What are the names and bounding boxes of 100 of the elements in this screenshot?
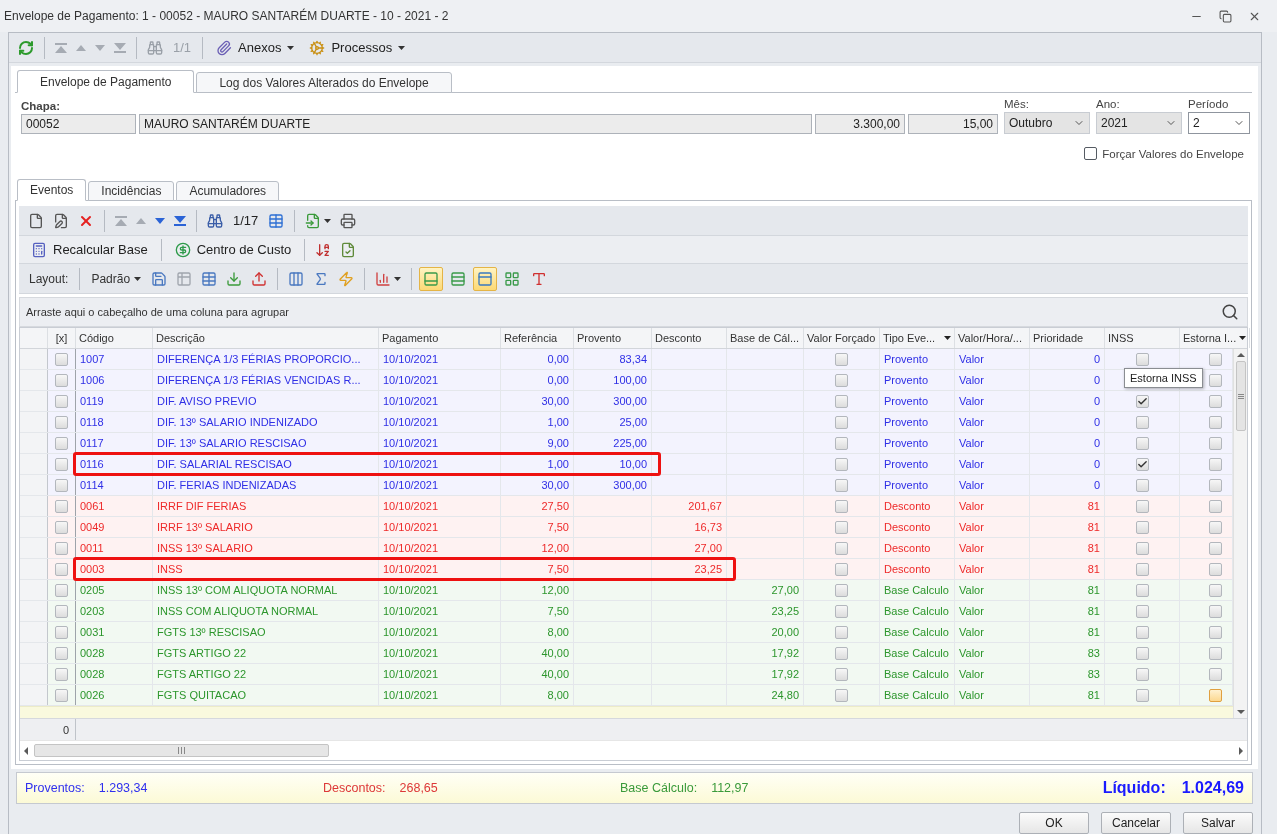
sort-az-icon[interactable] xyxy=(315,241,332,258)
caret-icon[interactable] xyxy=(287,45,295,50)
checkbox[interactable] xyxy=(1208,499,1222,513)
table-row[interactable]: 0028 FGTS ARTIGO 22 10/10/2021 40,00 17,92 Base Calculo Valor 83 xyxy=(20,643,1233,664)
checkbox[interactable] xyxy=(835,394,848,408)
calculator-icon[interactable] xyxy=(31,241,47,258)
tab[interactable]: Log dos Valores Alterados do Envelope xyxy=(196,72,452,93)
checkbox[interactable] xyxy=(55,457,68,471)
download-icon[interactable] xyxy=(226,270,243,287)
column-header[interactable]: Referência xyxy=(501,328,574,348)
checkbox[interactable] xyxy=(55,499,68,513)
search-icon[interactable] xyxy=(1221,303,1239,321)
row-indicator[interactable] xyxy=(20,538,48,558)
menu-button[interactable]: Anexos xyxy=(210,36,301,59)
column-header[interactable]: Valor Forçado xyxy=(804,328,880,348)
checkbox[interactable] xyxy=(835,457,848,471)
checkbox[interactable] xyxy=(1135,520,1149,534)
checkbox[interactable] xyxy=(1084,147,1098,160)
table-row[interactable]: 0049 IRRF 13º SALARIO 10/10/2021 7,50 16,73 Desconto Valor 81 xyxy=(20,517,1233,538)
dollar-icon[interactable] xyxy=(174,241,191,258)
down-triangle-icon[interactable] xyxy=(155,217,165,224)
column-header[interactable]: INSS xyxy=(1105,328,1180,348)
scroll-up-arrow-icon[interactable] xyxy=(1236,353,1245,357)
checkbox[interactable] xyxy=(1208,436,1222,450)
scrollbar-thumb[interactable] xyxy=(1235,361,1246,431)
checkbox[interactable] xyxy=(1208,667,1222,681)
refresh-icon[interactable] xyxy=(18,39,34,56)
checkbox[interactable] xyxy=(835,583,848,597)
checkbox[interactable] xyxy=(55,583,68,597)
row-indicator[interactable] xyxy=(20,475,48,495)
table-row[interactable]: 0028 FGTS ARTIGO 22 10/10/2021 40,00 17,92 Base Calculo Valor 83 xyxy=(20,664,1233,685)
checkbox[interactable] xyxy=(1135,499,1149,513)
checkbox[interactable] xyxy=(1208,583,1222,597)
checkbox[interactable] xyxy=(1208,373,1222,387)
checkbox[interactable] xyxy=(1208,625,1222,639)
checkbox[interactable] xyxy=(1135,541,1149,555)
checkbox[interactable] xyxy=(1135,457,1149,471)
checkbox[interactable] xyxy=(1208,604,1222,618)
table-icon[interactable] xyxy=(201,270,218,287)
checkbox[interactable] xyxy=(1135,646,1149,660)
text-field[interactable]: 3.300,00 xyxy=(815,114,905,134)
table-row[interactable]: 0203 INSS COM ALIQUOTA NORMAL 10/10/2021 7,50 23,25 Base Calculo Valor 81 xyxy=(20,601,1233,622)
checkbox[interactable] xyxy=(1208,541,1222,555)
table-row[interactable]: 0003 INSS 10/10/2021 7,50 23,25 Desconto Valor 81 xyxy=(20,559,1233,580)
tab[interactable]: Acumuladores xyxy=(176,181,280,201)
bottom-bar-triangle-icon[interactable] xyxy=(174,215,186,226)
checkbox[interactable] xyxy=(1135,583,1149,597)
checkbox[interactable] xyxy=(55,436,68,450)
caret-icon[interactable] xyxy=(398,45,406,50)
checkbox[interactable] xyxy=(1208,415,1222,429)
checkbox[interactable] xyxy=(835,625,848,639)
checkbox[interactable] xyxy=(835,415,848,429)
tab[interactable]: Incidências xyxy=(88,181,175,201)
checkbox[interactable] xyxy=(1135,436,1149,450)
upload-icon[interactable] xyxy=(251,270,268,287)
checkbox[interactable] xyxy=(835,478,848,492)
checkbox[interactable] xyxy=(55,688,68,702)
toolbar-button[interactable]: Recalcular Base xyxy=(25,238,154,261)
checkbox[interactable] xyxy=(835,499,848,513)
row-indicator[interactable] xyxy=(20,643,48,663)
scroll-down-arrow-icon[interactable] xyxy=(1236,710,1245,714)
table-row[interactable]: 0114 DIF. FERIAS INDENIZADAS 10/10/2021 30,00 300,00 Provento Valor 0 xyxy=(20,475,1233,496)
lightning-icon[interactable] xyxy=(338,270,355,287)
gear-icon[interactable] xyxy=(309,39,326,56)
checkbox[interactable] xyxy=(1135,604,1149,618)
text-field[interactable]: 15,00 xyxy=(908,114,998,134)
checkbox[interactable] xyxy=(1208,478,1222,492)
row-indicator[interactable] xyxy=(20,349,48,369)
checkbox[interactable] xyxy=(835,352,848,366)
caret-icon[interactable] xyxy=(324,218,332,223)
row-indicator[interactable] xyxy=(20,496,48,516)
filter-arrow-icon[interactable] xyxy=(944,336,951,340)
checkbox[interactable] xyxy=(55,394,68,408)
tab[interactable]: Envelope de Pagamento xyxy=(17,70,195,93)
checkbox[interactable] xyxy=(835,604,848,618)
document-icon[interactable] xyxy=(28,212,44,229)
checkbox[interactable] xyxy=(1135,478,1149,492)
checkbox[interactable] xyxy=(55,541,68,555)
checkbox[interactable] xyxy=(55,415,68,429)
column-header[interactable]: Estorna I... xyxy=(1180,328,1251,348)
column-header[interactable]: Base de Cál... xyxy=(727,328,804,348)
layout-dropdown[interactable]: Padrão xyxy=(87,268,146,289)
printer-icon[interactable] xyxy=(340,212,357,229)
checkbox[interactable] xyxy=(1135,625,1149,639)
binoculars-icon[interactable] xyxy=(147,39,163,56)
column-header[interactable]: Descrição xyxy=(153,328,379,348)
bottom-bar-triangle-icon[interactable] xyxy=(114,42,126,53)
checkbox[interactable] xyxy=(1135,394,1149,408)
table-row[interactable]: 0031 FGTS 13º RESCISAO 10/10/2021 8,00 20,00 Base Calculo Valor 81 xyxy=(20,622,1233,643)
checkbox[interactable] xyxy=(55,478,68,492)
caret-icon[interactable] xyxy=(134,276,142,281)
checkbox[interactable] xyxy=(1135,688,1149,702)
row-indicator[interactable] xyxy=(20,412,48,432)
column-header[interactable]: [x] xyxy=(48,328,76,348)
scroll-right-arrow-icon[interactable] xyxy=(1239,746,1243,755)
top-bar-triangle-icon[interactable] xyxy=(55,42,67,53)
checkbox[interactable] xyxy=(55,562,68,576)
table-row[interactable]: 0205 INSS 13º COM ALIQUOTA NORMAL 10/10/2021 12,00 27,00 Base Calculo Valor 81 xyxy=(20,580,1233,601)
column-header[interactable]: Tipo Eve... xyxy=(880,328,955,348)
checkbox[interactable] xyxy=(55,667,68,681)
